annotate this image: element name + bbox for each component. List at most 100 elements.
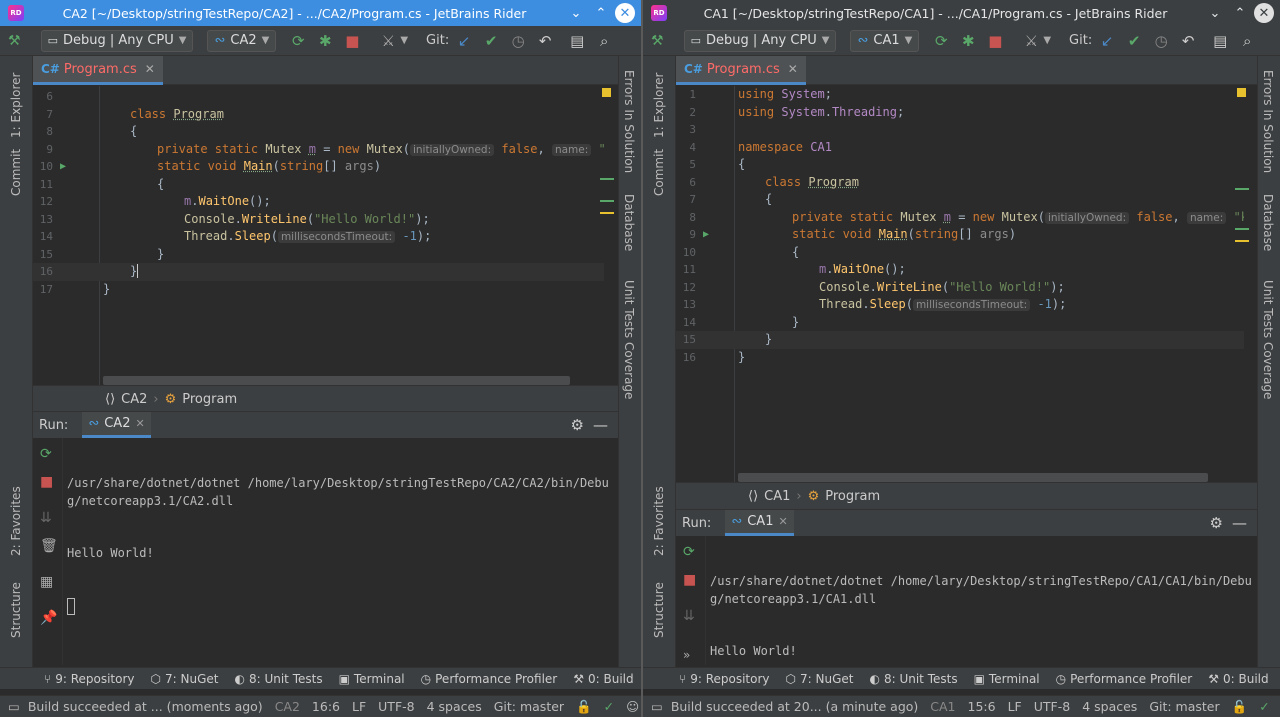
lock-icon[interactable]: 🔓 <box>1232 699 1248 715</box>
rollback-icon[interactable]: ↶ <box>533 29 557 53</box>
attach-icon[interactable]: ⚔ <box>1019 29 1043 53</box>
status-project[interactable]: CA1 <box>930 699 955 714</box>
minimize-icon[interactable]: — <box>593 416 608 434</box>
tool-performance-profiler[interactable]: ◷ Performance Profiler <box>421 672 558 686</box>
pin-icon[interactable]: 📌 <box>40 610 57 626</box>
configuration-select[interactable]: ▭ Debug | Any CPU ▼ <box>683 29 837 52</box>
configuration-select[interactable]: ▭ Debug | Any CPU ▼ <box>40 29 194 52</box>
status-git-branch[interactable]: Git: master <box>494 699 564 714</box>
tab-favorites[interactable]: 2: Favorites <box>9 486 23 556</box>
close-icon[interactable]: ✕ <box>788 62 798 76</box>
layout-icon[interactable]: ▭ <box>651 699 663 714</box>
tab-structure[interactable]: Structure <box>9 582 23 638</box>
tool-terminal[interactable]: ▣ Terminal <box>339 672 405 686</box>
tab-database[interactable]: Database <box>622 194 636 251</box>
breadcrumb-namespace[interactable]: CA1 <box>764 489 790 504</box>
terminal-icon[interactable]: ▤ <box>1208 29 1232 53</box>
attach-icon[interactable]: ⚔ <box>376 29 400 53</box>
tab-explorer[interactable]: 1: Explorer <box>9 73 23 138</box>
close-icon[interactable]: ✕ <box>615 3 635 23</box>
search-icon[interactable]: ⌕ <box>592 29 616 53</box>
more-icon[interactable]: » <box>683 648 690 662</box>
code-editor[interactable]: 6 7 class Program 8{ 9 private static Mute… <box>33 86 604 385</box>
tab-favorites[interactable]: 2: Favorites <box>652 486 666 556</box>
chevron-down-icon[interactable]: ⌄ <box>565 2 587 24</box>
scroll-to-end-icon[interactable]: ⇊ <box>40 510 52 526</box>
file-tab-program-cs[interactable]: C# Program.cs ✕ <box>676 56 806 85</box>
status-line-separator[interactable]: LF <box>352 699 366 714</box>
gear-icon[interactable]: ⚙ <box>571 416 584 434</box>
chevron-down-icon[interactable]: ▼ <box>1043 35 1051 46</box>
layout-icon[interactable]: ▦ <box>40 574 53 590</box>
run-config-select[interactable]: ∾ CA1 ▼ <box>850 29 920 52</box>
history-icon[interactable]: ◷ <box>506 29 530 53</box>
run-gutter-icon[interactable]: ▶ <box>60 158 66 176</box>
debug-bug-icon[interactable]: ✱ <box>956 29 980 53</box>
tab-explorer[interactable]: 1: Explorer <box>652 73 666 138</box>
tool-unit-tests[interactable]: ◐ 8: Unit Tests <box>234 672 322 686</box>
run-tab-ca1[interactable]: ∾ CA1 ✕ <box>725 510 794 536</box>
rerun-icon[interactable]: ⟳ <box>929 29 953 53</box>
inspector-icon[interactable]: ☺ <box>626 699 639 714</box>
git-update-icon[interactable]: ↙ <box>1095 29 1119 53</box>
close-icon[interactable]: ✕ <box>1254 3 1274 23</box>
breadcrumb-namespace[interactable]: CA2 <box>121 392 147 407</box>
tab-unit-tests-coverage[interactable]: Unit Tests Coverage <box>1261 280 1275 399</box>
check-circle-icon[interactable]: ✓ <box>604 699 614 714</box>
chevron-down-icon[interactable]: ▼ <box>400 35 408 46</box>
stop-icon[interactable]: ■ <box>40 474 53 490</box>
status-indent[interactable]: 4 spaces <box>427 699 482 714</box>
debug-bug-icon[interactable]: ✱ <box>313 29 337 53</box>
warning-indicator-icon[interactable] <box>1237 88 1246 97</box>
chevron-down-icon[interactable]: ⌄ <box>1204 2 1226 24</box>
run-config-select[interactable]: ∾ CA2 ▼ <box>207 29 277 52</box>
maximize-icon[interactable]: ⌃ <box>1229 2 1251 24</box>
maximize-icon[interactable]: ⌃ <box>590 2 612 24</box>
tool-repository[interactable]: ⑂ 9: Repository <box>679 672 770 686</box>
tab-commit[interactable]: Commit <box>9 149 23 196</box>
status-project[interactable]: CA2 <box>275 699 300 714</box>
status-indent[interactable]: 4 spaces <box>1082 699 1137 714</box>
tool-nuget[interactable]: ⬡ 7: NuGet <box>786 672 854 686</box>
status-caret-position[interactable]: 15:6 <box>968 699 996 714</box>
status-git-branch[interactable]: Git: master <box>1149 699 1219 714</box>
horizontal-scrollbar[interactable] <box>103 376 570 385</box>
status-encoding[interactable]: UTF-8 <box>1034 699 1070 714</box>
status-line-separator[interactable]: LF <box>1008 699 1022 714</box>
run-console-output[interactable]: /usr/share/dotnet/dotnet /home/lary/Desk… <box>67 440 614 650</box>
close-icon[interactable]: ✕ <box>778 515 787 528</box>
scroll-to-end-icon[interactable]: ⇊ <box>683 608 695 624</box>
tool-nuget[interactable]: ⬡ 7: NuGet <box>151 672 219 686</box>
tool-repository[interactable]: ⑂ 9: Repository <box>44 672 135 686</box>
hammer-icon[interactable]: ⚒ <box>8 33 21 49</box>
breadcrumb-class[interactable]: Program <box>825 489 880 504</box>
hammer-icon[interactable]: ⚒ <box>651 33 664 49</box>
git-commit-icon[interactable]: ✔ <box>479 29 503 53</box>
stop-icon[interactable]: ■ <box>683 572 696 588</box>
check-circle-icon[interactable]: ✓ <box>1259 699 1269 714</box>
rerun-icon[interactable]: ⟳ <box>286 29 310 53</box>
tab-database[interactable]: Database <box>1261 194 1275 251</box>
lock-icon[interactable]: 🔓 <box>576 699 592 715</box>
status-message[interactable]: Build succeeded at ... (moments ago) <box>28 699 263 714</box>
git-update-icon[interactable]: ↙ <box>452 29 476 53</box>
stop-icon[interactable]: ■ <box>340 29 364 53</box>
close-icon[interactable]: ✕ <box>145 62 155 76</box>
gear-icon[interactable]: ⚙ <box>1210 514 1223 532</box>
tool-build[interactable]: ⚒ 0: Build <box>1208 672 1268 686</box>
tab-structure[interactable]: Structure <box>652 582 666 638</box>
status-caret-position[interactable]: 16:6 <box>312 699 340 714</box>
history-icon[interactable]: ◷ <box>1149 29 1173 53</box>
tab-errors-in-solution[interactable]: Errors In Solution <box>622 70 636 173</box>
breadcrumb-class[interactable]: Program <box>182 392 237 407</box>
rollback-icon[interactable]: ↶ <box>1176 29 1200 53</box>
status-encoding[interactable]: UTF-8 <box>378 699 414 714</box>
run-gutter-icon[interactable]: ▶ <box>703 226 709 244</box>
run-tab-ca2[interactable]: ∾ CA2 ✕ <box>82 412 151 438</box>
terminal-icon[interactable]: ▤ <box>565 29 589 53</box>
layout-icon[interactable]: ▭ <box>8 699 20 714</box>
file-tab-program-cs[interactable]: C# Program.cs ✕ <box>33 56 163 85</box>
minimize-icon[interactable]: — <box>1232 514 1247 532</box>
tool-performance-profiler[interactable]: ◷ Performance Profiler <box>1056 672 1193 686</box>
rerun-icon[interactable]: ⟳ <box>683 544 695 560</box>
